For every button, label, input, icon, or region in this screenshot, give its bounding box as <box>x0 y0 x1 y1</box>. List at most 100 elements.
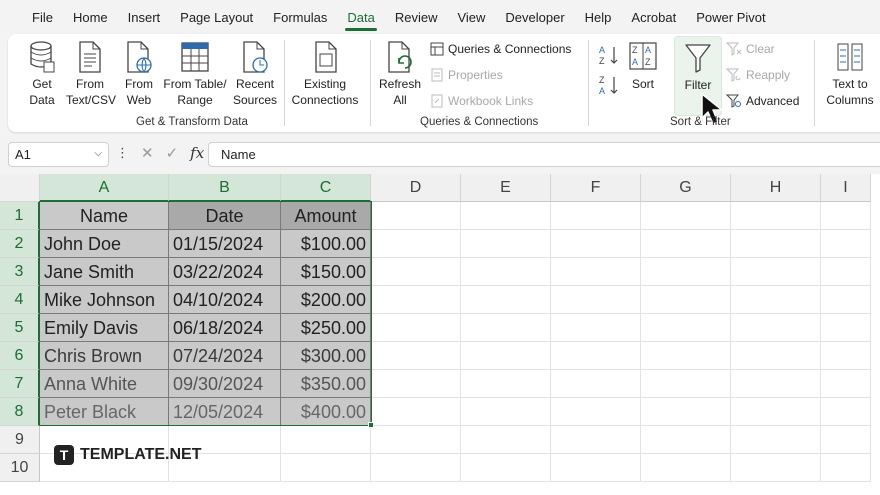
table-cell[interactable]: Mike Johnson <box>40 286 169 314</box>
table-cell[interactable]: 07/24/2024 <box>169 342 281 370</box>
table-cell[interactable]: $400.00 <box>281 398 371 426</box>
queries-connections-button[interactable]: Queries & Connections <box>430 42 571 56</box>
empty-cell[interactable] <box>641 454 731 482</box>
table-cell[interactable]: $350.00 <box>281 370 371 398</box>
sort-az-button[interactable]: AZ <box>598 44 620 69</box>
table-cell[interactable]: 01/15/2024 <box>169 230 281 258</box>
empty-cell[interactable] <box>371 454 461 482</box>
table-header-cell[interactable]: Date <box>169 202 281 230</box>
from-web-button[interactable]: From Web <box>120 40 158 108</box>
existing-connections-button[interactable]: Existing Connections <box>290 40 360 108</box>
empty-cell[interactable] <box>641 202 731 230</box>
empty-cell[interactable] <box>821 202 871 230</box>
empty-cell[interactable] <box>461 258 551 286</box>
empty-cell[interactable] <box>371 398 461 426</box>
workbook-links-button[interactable]: Workbook Links <box>430 94 533 108</box>
get-data-button[interactable]: Get Data <box>22 40 62 108</box>
empty-cell[interactable] <box>551 230 641 258</box>
empty-cell[interactable] <box>371 202 461 230</box>
empty-cell[interactable] <box>641 398 731 426</box>
empty-cell[interactable] <box>641 370 731 398</box>
table-cell[interactable]: $300.00 <box>281 342 371 370</box>
row-header-6[interactable]: 6 <box>0 342 40 370</box>
column-header-h[interactable]: H <box>731 174 821 202</box>
empty-cell[interactable] <box>461 286 551 314</box>
empty-cell[interactable] <box>731 370 821 398</box>
row-header-10[interactable]: 10 <box>0 454 40 482</box>
row-header-8[interactable]: 8 <box>0 398 40 426</box>
table-cell[interactable]: 12/05/2024 <box>169 398 281 426</box>
empty-cell[interactable] <box>551 398 641 426</box>
empty-cell[interactable] <box>551 426 641 454</box>
reapply-button[interactable]: Reapply <box>726 68 790 82</box>
from-table-range-button[interactable]: From Table/ Range <box>162 40 228 108</box>
table-cell[interactable]: $150.00 <box>281 258 371 286</box>
empty-cell[interactable] <box>371 370 461 398</box>
empty-cell[interactable] <box>461 202 551 230</box>
empty-cell[interactable] <box>821 342 871 370</box>
name-box[interactable]: A1 ⌵ <box>8 142 109 167</box>
properties-button[interactable]: Properties <box>430 68 503 82</box>
text-to-columns-button[interactable]: Text to Columns <box>822 40 878 108</box>
empty-cell[interactable] <box>281 454 371 482</box>
chevron-down-icon[interactable]: ⌵ <box>94 148 102 159</box>
empty-cell[interactable] <box>371 426 461 454</box>
menu-view[interactable]: View <box>447 0 495 34</box>
empty-cell[interactable] <box>641 426 731 454</box>
column-header-g[interactable]: G <box>641 174 731 202</box>
column-header-f[interactable]: F <box>551 174 641 202</box>
empty-cell[interactable] <box>821 398 871 426</box>
empty-cell[interactable] <box>461 426 551 454</box>
clear-button[interactable]: Clear <box>726 42 775 56</box>
table-cell[interactable]: Jane Smith <box>40 258 169 286</box>
column-header-i[interactable]: I <box>821 174 871 202</box>
menu-file[interactable]: File <box>22 0 63 34</box>
table-cell[interactable]: 04/10/2024 <box>169 286 281 314</box>
empty-cell[interactable] <box>461 314 551 342</box>
empty-cell[interactable] <box>461 230 551 258</box>
empty-cell[interactable] <box>731 398 821 426</box>
sort-za-button[interactable]: ZA <box>598 74 620 100</box>
empty-cell[interactable] <box>821 426 871 454</box>
empty-cell[interactable] <box>731 426 821 454</box>
column-header-e[interactable]: E <box>461 174 551 202</box>
table-cell[interactable]: $100.00 <box>281 230 371 258</box>
empty-cell[interactable] <box>821 258 871 286</box>
row-header-9[interactable]: 9 <box>0 426 40 454</box>
empty-cell[interactable] <box>551 370 641 398</box>
row-header-7[interactable]: 7 <box>0 370 40 398</box>
empty-cell[interactable] <box>731 230 821 258</box>
empty-cell[interactable] <box>551 342 641 370</box>
menu-developer[interactable]: Developer <box>495 0 574 34</box>
empty-cell[interactable] <box>461 398 551 426</box>
empty-cell[interactable] <box>461 342 551 370</box>
menu-formulas[interactable]: Formulas <box>263 0 337 34</box>
column-header-c[interactable]: C <box>281 174 371 202</box>
empty-cell[interactable] <box>461 370 551 398</box>
row-header-2[interactable]: 2 <box>0 230 40 258</box>
empty-cell[interactable] <box>641 342 731 370</box>
sort-button[interactable]: ZAAZ Sort <box>626 40 660 92</box>
cancel-icon[interactable]: ✕ <box>141 144 154 162</box>
table-header-cell[interactable]: Amount <box>281 202 371 230</box>
column-header-a[interactable]: A <box>40 174 169 202</box>
menu-page-layout[interactable]: Page Layout <box>170 0 263 34</box>
menu-help[interactable]: Help <box>575 0 622 34</box>
row-header-1[interactable]: 1 <box>0 202 40 230</box>
table-cell[interactable]: 09/30/2024 <box>169 370 281 398</box>
empty-cell[interactable] <box>821 286 871 314</box>
row-header-5[interactable]: 5 <box>0 314 40 342</box>
row-header-4[interactable]: 4 <box>0 286 40 314</box>
empty-cell[interactable] <box>371 230 461 258</box>
empty-cell[interactable] <box>821 230 871 258</box>
empty-cell[interactable] <box>731 258 821 286</box>
empty-cell[interactable] <box>821 370 871 398</box>
table-cell[interactable]: John Doe <box>40 230 169 258</box>
menu-insert[interactable]: Insert <box>118 0 171 34</box>
insert-function-icon[interactable]: fx <box>190 144 204 162</box>
table-cell[interactable]: Anna White <box>40 370 169 398</box>
empty-cell[interactable] <box>731 202 821 230</box>
empty-cell[interactable] <box>281 426 371 454</box>
advanced-button[interactable]: Advanced <box>726 94 799 108</box>
empty-cell[interactable] <box>551 258 641 286</box>
